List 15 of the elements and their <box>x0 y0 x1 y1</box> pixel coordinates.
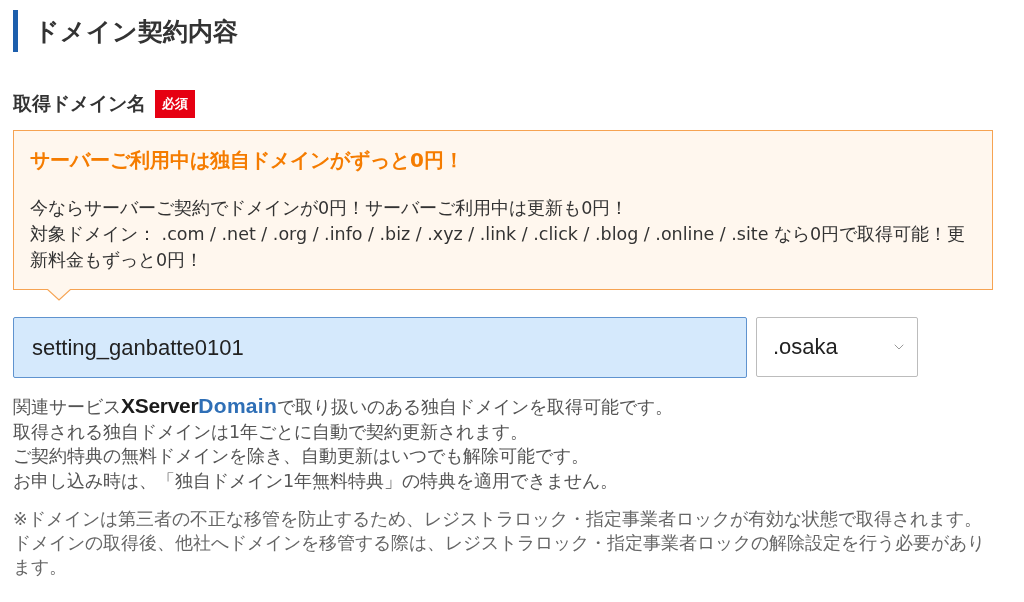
note-text: ドメインの取得後、他社へドメインを移管する際は、レジストラロック・指定事業者ロックの解除設定を行う必要があります。 <box>13 532 986 579</box>
section-title: ドメイン契約内容 <box>13 10 993 52</box>
help-text: 取得される独自ドメインは1年ごとに自動で契約更新されます。 <box>13 420 530 444</box>
notice-title: サーバーご利用中は独自ドメインがずっと0円！ <box>30 147 465 173</box>
help-text: ご契約特典の無料ドメインを除き、自動更新はいつでも解除可能です。 <box>13 445 590 468</box>
tld-select[interactable]: .osaka <box>756 317 918 377</box>
domain-name-input[interactable]: setting_ganbatte0101 <box>13 317 747 378</box>
required-badge: 必須 <box>155 90 195 118</box>
notice-text: 対象ドメイン： .com / .net / .org / .info / .biz / .xyz / .link / .click / .blog / .online / .site なら0円で取得可能！更新料金もずっと0円！ <box>30 223 967 272</box>
service-logo: XServerDomain <box>121 394 278 417</box>
help-text: お申し込み時は、「独自ドメイン1年無料特典」の特典を適用できません。 <box>13 469 620 493</box>
notice-text: 今ならサーバーご契約でドメインが0円！サーバーご利用中は更新も0円！ <box>30 197 630 220</box>
help-text: 関連サービスXServerDomainで取り扱いのある独自ドメインを取得可能です。 <box>13 394 675 419</box>
field-label: 取得ドメイン名 <box>13 91 146 116</box>
note-text: ※ドメインは第三者の不正な移管を防止するため、レジストラロック・指定事業者ロックが有効な状態で取得されます。 <box>13 508 983 531</box>
